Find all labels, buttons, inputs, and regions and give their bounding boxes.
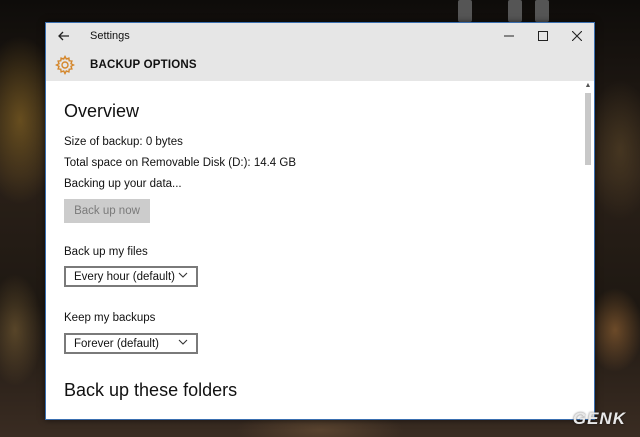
minimize-icon [504, 35, 514, 37]
window-controls [492, 23, 594, 49]
close-icon [572, 31, 582, 41]
back-arrow-icon [58, 31, 69, 41]
scroll-up-icon[interactable]: ▲ [582, 81, 594, 91]
vertical-scrollbar[interactable]: ▲ [582, 81, 594, 419]
close-button[interactable] [560, 23, 594, 49]
page-header: BACKUP OPTIONS [46, 49, 594, 81]
chevron-down-icon [178, 339, 188, 345]
backup-frequency-select[interactable]: Every hour (default) [64, 266, 198, 287]
keep-backups-select[interactable]: Forever (default) [64, 333, 198, 354]
gear-icon [54, 54, 76, 76]
back-button[interactable] [46, 23, 82, 49]
back-up-now-button[interactable]: Back up now [64, 199, 150, 223]
scrollbar-thumb[interactable] [585, 93, 591, 165]
backup-status-text: Backing up your data... [64, 178, 182, 190]
keep-backups-label: Keep my backups [64, 312, 156, 324]
background-tower [535, 0, 549, 22]
window-title: Settings [90, 30, 130, 42]
total-space-text: Total space on Removable Disk (D:): 14.4… [64, 157, 297, 169]
keep-backups-value: Forever (default) [74, 337, 160, 350]
backup-frequency-value: Every hour (default) [74, 270, 175, 283]
settings-window: Settings BACKUP OPTIONS Overview Size of… [45, 22, 595, 420]
settings-content: Overview Size of backup: 0 bytes Total s… [64, 81, 578, 419]
title-bar: Settings [46, 23, 594, 49]
background-tower [458, 0, 472, 22]
watermark-logo: GENK [572, 409, 626, 428]
overview-heading: Overview [64, 101, 140, 121]
maximize-icon [538, 31, 548, 41]
folders-heading: Back up these folders [64, 380, 238, 400]
backup-frequency-label: Back up my files [64, 246, 148, 258]
backup-size-text: Size of backup: 0 bytes [64, 136, 183, 148]
chevron-down-icon [178, 272, 188, 278]
background-tower [508, 0, 522, 22]
minimize-button[interactable] [492, 23, 526, 49]
page-title: BACKUP OPTIONS [90, 59, 197, 71]
maximize-button[interactable] [526, 23, 560, 49]
